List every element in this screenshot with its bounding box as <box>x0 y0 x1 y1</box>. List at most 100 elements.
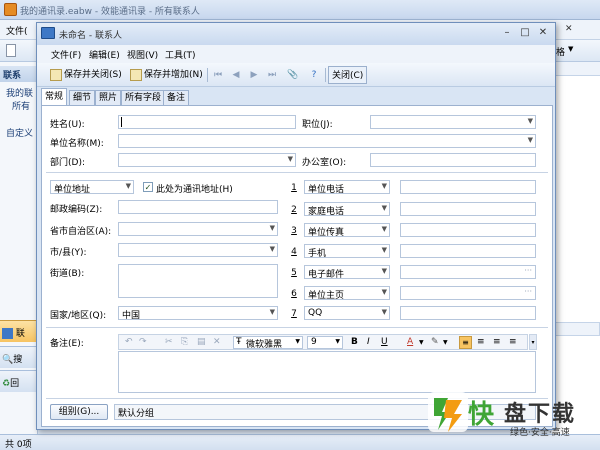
menu-tools[interactable]: 工具(T) <box>165 48 196 61</box>
align-right-icon[interactable]: ≡ <box>493 337 501 347</box>
department-select[interactable]: ▼ <box>118 153 296 167</box>
align-center-icon[interactable]: ≡ <box>477 337 485 347</box>
main-menu-file[interactable]: 文件( <box>6 24 28 37</box>
recycle-icon: ♻ <box>2 379 11 389</box>
main-window-close-icon[interactable]: ✕ <box>565 24 573 34</box>
copy-icon[interactable]: ⎘ <box>181 337 188 347</box>
mailing-address-checkbox[interactable]: ✓ <box>143 182 153 192</box>
name-input[interactable] <box>118 115 296 129</box>
chevron-down-icon: ▼ <box>287 155 293 163</box>
chevron-down-icon[interactable]: ▼ <box>443 339 448 346</box>
sidebar-header: 联系 <box>0 66 38 82</box>
address-type-select[interactable]: 单位地址 ▼ <box>50 180 134 195</box>
phone-type-select[interactable]: 手机 ▼ <box>304 244 390 259</box>
help-icon[interactable]: ? <box>309 69 319 81</box>
tab-all-fields[interactable]: 所有字段 <box>121 90 166 105</box>
search-icon: 🔍 <box>2 355 14 365</box>
country-select[interactable]: 中国 ▼ <box>118 306 278 321</box>
chevron-down-icon[interactable]: ▼ <box>419 339 424 346</box>
phone-type-select[interactable]: 家庭电话 ▼ <box>304 202 390 217</box>
sidebar-item-all[interactable]: 所有 <box>12 99 30 112</box>
sidebar-item-my[interactable]: 我的联 <box>6 86 33 99</box>
close-button[interactable]: 关闭(C) <box>328 66 368 84</box>
phone-value-input[interactable] <box>400 244 536 258</box>
office-input[interactable] <box>370 153 536 167</box>
dialog-tabs: 常规 细节 照片 所有字段 备注 <box>37 87 555 105</box>
first-record-icon[interactable]: ⏮ <box>213 69 223 81</box>
highlight-icon[interactable]: ✎ <box>431 337 439 347</box>
chevron-down-icon: ▼ <box>381 267 387 275</box>
province-select[interactable]: ▼ <box>118 222 278 236</box>
watermark-slogan: 绿色·安全·高速 <box>510 428 570 438</box>
tab-photo[interactable]: 照片 <box>95 90 122 105</box>
sidebar-item-custom[interactable]: 自定义 <box>6 126 33 139</box>
font-select[interactable]: Ŧ 微软雅黑 ▼ <box>233 336 303 350</box>
font-size-select[interactable]: 9 ▼ <box>307 336 343 349</box>
maximize-icon[interactable]: □ <box>517 26 533 40</box>
nav-label-recycle: 回 <box>10 379 20 389</box>
phone-type-select[interactable]: 单位主页 ▼ <box>304 286 390 301</box>
cut-icon[interactable]: ✂ <box>165 337 173 347</box>
more-icon[interactable]: ··· <box>524 287 532 296</box>
align-left-icon[interactable]: ≡ <box>459 336 472 349</box>
underline-button[interactable]: U <box>381 337 388 347</box>
phone-type-select[interactable]: 电子邮件 ▼ <box>304 265 390 280</box>
tab-general[interactable]: 常规 <box>41 88 68 105</box>
menu-edit[interactable]: 编辑(E) <box>89 48 120 61</box>
chevron-down-icon: ▼ <box>335 338 340 345</box>
phone-value-input[interactable] <box>400 202 536 216</box>
prev-record-icon[interactable]: ◀ <box>231 69 241 81</box>
last-record-icon[interactable]: ⏭ <box>267 69 277 81</box>
main-toolbar-right-label[interactable]: 格 <box>556 45 565 58</box>
qq-input[interactable] <box>400 306 536 320</box>
phone-type-select[interactable]: 单位电话 ▼ <box>304 180 390 195</box>
company-select[interactable]: ▼ <box>118 134 536 148</box>
next-record-icon[interactable]: ▶ <box>249 69 259 81</box>
chevron-down-icon[interactable]: ▼ <box>568 45 573 53</box>
italic-button[interactable]: I <box>367 337 370 347</box>
tab-details[interactable]: 细节 <box>69 90 96 105</box>
homepage-input[interactable]: ··· <box>400 286 536 300</box>
new-doc-icon[interactable] <box>6 44 16 57</box>
main-list-area <box>552 62 600 434</box>
redo-icon[interactable]: ↷ <box>139 337 147 347</box>
email-input[interactable]: ··· <box>400 265 536 279</box>
close-icon[interactable]: ✕ <box>535 26 551 40</box>
phone-type-select[interactable]: QQ ▼ <box>304 306 390 320</box>
street-textarea[interactable] <box>118 264 278 298</box>
watermark: 快 盘下载 绿色·安全·高速 <box>428 388 596 440</box>
minimize-icon[interactable]: – <box>499 26 515 40</box>
chevron-down-icon: ▼ <box>295 338 300 345</box>
bold-button[interactable]: B <box>351 337 358 347</box>
save-close-button[interactable]: 保存并关闭(S) <box>47 66 125 84</box>
text-cursor <box>121 117 122 127</box>
department-label: 部门(D): <box>50 158 85 168</box>
save-add-button[interactable]: 保存并增加(N) <box>127 66 206 84</box>
phone-value-input[interactable] <box>400 180 536 194</box>
paste-icon[interactable]: ▤ <box>197 337 206 347</box>
phone-type-value: 电子邮件 <box>308 270 345 280</box>
group-button[interactable]: 组别(G)... <box>50 404 108 420</box>
nav-button-contacts[interactable]: 联 <box>0 320 38 342</box>
position-select[interactable]: ▼ <box>370 115 536 129</box>
undo-icon[interactable]: ↶ <box>125 337 133 347</box>
phone-value-input[interactable] <box>400 223 536 237</box>
mailing-address-label: 此处为通讯地址(H) <box>156 185 233 195</box>
attachment-icon[interactable]: 📎 <box>287 69 298 81</box>
font-color-button[interactable]: A <box>407 337 413 347</box>
address-type-value: 单位地址 <box>54 185 91 195</box>
clear-icon[interactable]: ✕ <box>213 337 221 347</box>
nav-button-search[interactable]: 🔍搜 <box>0 346 38 368</box>
toolbar-overflow-icon[interactable]: ▾ <box>529 334 537 350</box>
tab-notes[interactable]: 备注 <box>163 90 190 105</box>
nav-button-recycle[interactable]: ♻回 <box>0 370 38 392</box>
postal-input[interactable] <box>118 200 278 214</box>
justify-icon[interactable]: ≡ <box>509 337 517 347</box>
memo-textarea[interactable] <box>118 351 536 393</box>
phone-type-select[interactable]: 单位传真 ▼ <box>304 223 390 238</box>
menu-view[interactable]: 视图(V) <box>127 48 158 61</box>
dialog-menubar: 文件(F) 编辑(E) 视图(V) 工具(T) <box>37 45 555 63</box>
city-select[interactable]: ▼ <box>118 243 278 257</box>
menu-file[interactable]: 文件(F) <box>51 48 81 61</box>
more-icon[interactable]: ··· <box>524 266 532 275</box>
